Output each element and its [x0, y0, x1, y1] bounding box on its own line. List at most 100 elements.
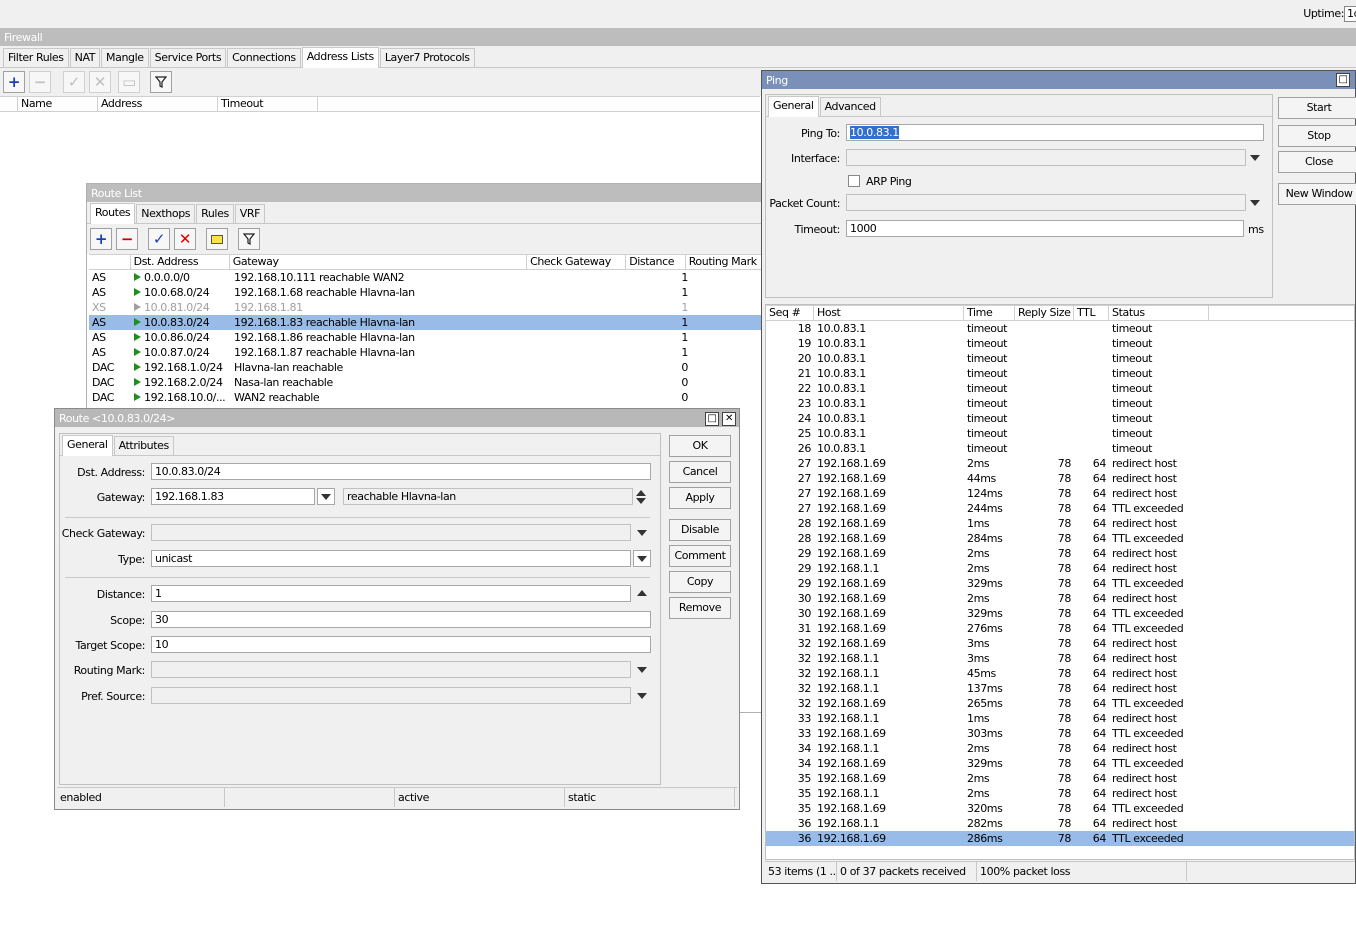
table-row[interactable]: 32 192.168.1.69 265ms 78 64 TTL exceeded: [766, 696, 1354, 711]
table-row[interactable]: AS 10.0.87.0/24 192.168.1.87 reachable Hla…: [89, 345, 765, 360]
routing-mark-field[interactable]: [151, 661, 631, 678]
maximize-icon[interactable]: □: [705, 412, 719, 426]
table-row[interactable]: 27 192.168.1.69 124ms 78 64 redirect host: [766, 486, 1354, 501]
comment-icon[interactable]: [206, 228, 228, 250]
table-row[interactable]: 33 192.168.1.69 303ms 78 64 TTL exceeded: [766, 726, 1354, 741]
table-row[interactable]: 27 192.168.1.69 2ms 78 64 redirect host: [766, 456, 1354, 471]
disable-icon[interactable]: ✕: [174, 228, 196, 250]
enable-icon[interactable]: ✓: [148, 228, 170, 250]
col-seq[interactable]: Seq #: [766, 306, 814, 320]
type-field[interactable]: unicast: [151, 550, 631, 567]
tab-nat[interactable]: NAT: [69, 48, 101, 67]
table-row[interactable]: 30 192.168.1.69 2ms 78 64 redirect host: [766, 591, 1354, 606]
distance-field[interactable]: 1: [151, 585, 631, 602]
table-row[interactable]: 32 192.168.1.1 45ms 78 64 redirect host: [766, 666, 1354, 681]
tab-mangle[interactable]: Mangle: [101, 48, 149, 67]
tab-general[interactable]: General: [768, 96, 819, 117]
col-time[interactable]: Time: [964, 306, 1015, 320]
col-host[interactable]: Host: [814, 306, 964, 320]
table-row[interactable]: 36 192.168.1.1 282ms 78 64 redirect host: [766, 816, 1354, 831]
tab-attributes[interactable]: Attributes: [113, 436, 174, 455]
apply-button[interactable]: Apply: [669, 487, 731, 509]
tab-general[interactable]: General: [62, 435, 113, 456]
check-gateway-field[interactable]: [151, 524, 631, 541]
col-dst-address[interactable]: Dst. Address: [131, 255, 230, 269]
table-row[interactable]: 29 192.168.1.1 2ms 78 64 redirect host: [766, 561, 1354, 576]
remove-icon[interactable]: −: [29, 71, 51, 93]
table-row[interactable]: 26 10.0.83.1 timeout timeout: [766, 441, 1354, 456]
gateway-field[interactable]: 192.168.1.83: [151, 488, 315, 505]
expand-icon[interactable]: [636, 498, 646, 504]
table-row[interactable]: 19 10.0.83.1 timeout timeout: [766, 336, 1354, 351]
table-row[interactable]: DAC 192.168.2.0/24 Nasa-lan reachable 0: [89, 375, 765, 390]
table-row[interactable]: 34 192.168.1.69 329ms 78 64 TTL exceeded: [766, 756, 1354, 771]
pref-source-field[interactable]: [151, 687, 631, 704]
table-row[interactable]: 31 192.168.1.69 276ms 78 64 TTL exceeded: [766, 621, 1354, 636]
col-check-gateway[interactable]: Check Gateway: [527, 255, 627, 269]
tab-nexthops[interactable]: Nexthops: [136, 204, 196, 223]
stop-button[interactable]: Stop: [1278, 125, 1356, 147]
table-row[interactable]: 32 192.168.1.1 3ms 78 64 redirect host: [766, 651, 1354, 666]
routing-mark-dropdown-icon[interactable]: [637, 667, 647, 673]
table-row[interactable]: 35 192.168.1.69 320ms 78 64 TTL exceeded: [766, 801, 1354, 816]
col-status[interactable]: Status: [1109, 306, 1209, 320]
type-dropdown[interactable]: [633, 550, 651, 567]
table-row[interactable]: 35 192.168.1.1 2ms 78 64 redirect host: [766, 786, 1354, 801]
tab-filter-rules[interactable]: Filter Rules: [3, 48, 69, 67]
packet-count-field[interactable]: [846, 194, 1246, 211]
table-row[interactable]: 34 192.168.1.1 2ms 78 64 redirect host: [766, 741, 1354, 756]
table-row[interactable]: 28 192.168.1.69 284ms 78 64 TTL exceeded: [766, 531, 1354, 546]
packet-count-dropdown-icon[interactable]: [1250, 200, 1260, 206]
table-row[interactable]: 27 192.168.1.69 44ms 78 64 redirect host: [766, 471, 1354, 486]
interface-dropdown-icon[interactable]: [1250, 155, 1260, 161]
target-scope-field[interactable]: 10: [151, 636, 651, 653]
arp-ping-checkbox[interactable]: [848, 175, 860, 187]
timeout-field[interactable]: 1000: [846, 220, 1244, 237]
disable-button[interactable]: Disable: [669, 519, 731, 541]
table-row[interactable]: 21 10.0.83.1 timeout timeout: [766, 366, 1354, 381]
table-row[interactable]: 32 192.168.1.1 137ms 78 64 redirect host: [766, 681, 1354, 696]
gateway-dropdown[interactable]: [317, 488, 335, 505]
tab-routes[interactable]: Routes: [90, 203, 136, 224]
distance-collapse-icon[interactable]: [637, 590, 647, 596]
ping-to-field[interactable]: 10.0.83.1: [846, 124, 1264, 141]
tab-address-lists[interactable]: Address Lists: [301, 47, 379, 68]
table-row[interactable]: AS 10.0.83.0/24 192.168.1.83 reachable Hla…: [89, 315, 765, 330]
table-row[interactable]: DAC 192.168.10.0/... WAN2 reachable 0: [89, 390, 765, 405]
table-row[interactable]: 23 10.0.83.1 timeout timeout: [766, 396, 1354, 411]
table-row[interactable]: 29 192.168.1.69 2ms 78 64 redirect host: [766, 546, 1354, 561]
tab-connections[interactable]: Connections: [227, 48, 301, 67]
new-window-button[interactable]: New Window: [1278, 183, 1356, 205]
col-gateway[interactable]: Gateway: [230, 255, 528, 269]
check-gateway-dropdown-icon[interactable]: [637, 530, 647, 536]
table-row[interactable]: 25 10.0.83.1 timeout timeout: [766, 426, 1354, 441]
table-row[interactable]: AS 10.0.86.0/24 192.168.1.86 reachable Hla…: [89, 330, 765, 345]
col-address[interactable]: Address: [98, 97, 218, 111]
collapse-icon[interactable]: [636, 490, 646, 496]
close-button[interactable]: Close: [1278, 151, 1356, 173]
tab-vrf[interactable]: VRF: [234, 204, 266, 223]
comment-button[interactable]: Comment: [669, 545, 731, 567]
table-row[interactable]: 28 192.168.1.69 1ms 78 64 redirect host: [766, 516, 1354, 531]
col-distance[interactable]: Distance: [626, 255, 686, 269]
filter-icon[interactable]: [150, 71, 172, 93]
table-row[interactable]: 32 192.168.1.69 3ms 78 64 redirect host: [766, 636, 1354, 651]
col-routing-mark[interactable]: Routing Mark: [686, 255, 765, 269]
remove-icon[interactable]: −: [116, 228, 138, 250]
table-row[interactable]: 36 192.168.1.69 286ms 78 64 TTL exceeded: [766, 831, 1354, 846]
add-icon[interactable]: +: [90, 228, 112, 250]
maximize-icon[interactable]: □: [1336, 73, 1350, 87]
tab-advanced[interactable]: Advanced: [819, 97, 881, 116]
table-row[interactable]: 29 192.168.1.69 329ms 78 64 TTL exceeded: [766, 576, 1354, 591]
remove-button[interactable]: Remove: [669, 597, 731, 619]
col-ttl[interactable]: TTL: [1074, 306, 1109, 320]
dst-address-field[interactable]: 10.0.83.0/24: [151, 463, 651, 480]
table-row[interactable]: 33 192.168.1.1 1ms 78 64 redirect host: [766, 711, 1354, 726]
table-row[interactable]: XS 10.0.81.0/24 192.168.1.81 1: [89, 300, 765, 315]
table-row[interactable]: 27 192.168.1.69 244ms 78 64 TTL exceeded: [766, 501, 1354, 516]
pref-source-dropdown-icon[interactable]: [637, 693, 647, 699]
tab-service-ports[interactable]: Service Ports: [149, 48, 227, 67]
disable-icon[interactable]: ✕: [89, 71, 111, 93]
add-icon[interactable]: +: [3, 71, 25, 93]
table-row[interactable]: 22 10.0.83.1 timeout timeout: [766, 381, 1354, 396]
